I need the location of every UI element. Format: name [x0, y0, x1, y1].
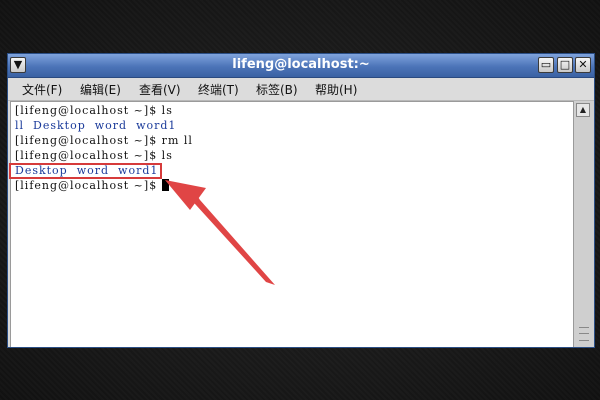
annotation-arrow [165, 180, 275, 285]
arrow-shaft [182, 189, 275, 285]
